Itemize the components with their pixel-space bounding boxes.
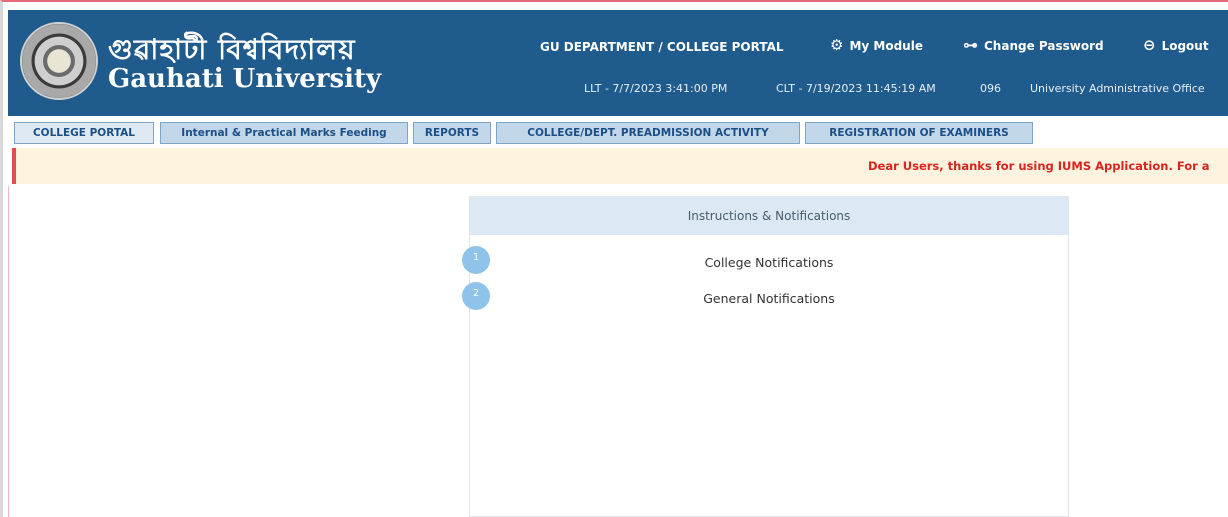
my-module-label: My Module [849, 38, 923, 53]
change-password-label: Change Password [984, 38, 1104, 53]
university-title-english: Gauhati University [108, 64, 382, 94]
portal-title: GU DEPARTMENT / COLLEGE PORTAL [540, 40, 784, 54]
change-password-link[interactable]: ⊶ Change Password [963, 38, 1104, 53]
tab-registration-of-examiners[interactable]: REGISTRATION OF EXAMINERS [805, 122, 1033, 144]
last-login-time: LLT - 7/7/2023 3:41:00 PM [584, 82, 728, 95]
university-logo [20, 22, 98, 100]
item-number-badge: 1 [462, 246, 490, 274]
site-header: গুৱাহাটী বিশ্ববিদ্যালয় Gauhati Universi… [8, 10, 1228, 116]
key-icon: ⊶ [963, 36, 978, 54]
college-notifications-link[interactable]: College Notifications [470, 251, 1068, 275]
item-number-badge: 2 [462, 282, 490, 310]
current-login-time: CLT - 7/19/2023 11:45:19 AM [776, 82, 936, 95]
office-code: 096 [980, 82, 1001, 95]
logout-icon: ⊖ [1143, 36, 1156, 54]
general-notifications-link[interactable]: General Notifications [470, 287, 1068, 311]
notice-marquee: Dear Users, thanks for using IUMS Applic… [12, 148, 1228, 184]
tab-reports[interactable]: REPORTS [413, 122, 491, 144]
main-tab-bar: COLLEGE PORTAL Internal & Practical Mark… [8, 120, 1228, 146]
office-name: University Administrative Office [1030, 82, 1205, 95]
logout-link[interactable]: ⊖ Logout [1143, 38, 1209, 53]
tab-internal-practical-marks[interactable]: Internal & Practical Marks Feeding [160, 122, 408, 144]
tab-college-portal[interactable]: COLLEGE PORTAL [14, 122, 154, 144]
gear-icon: ⚙ [830, 36, 844, 54]
tab-preadmission-activity[interactable]: COLLEGE/DEPT. PREADMISSION ACTIVITY [496, 122, 800, 144]
notice-text: Dear Users, thanks for using IUMS Applic… [868, 159, 1210, 173]
instructions-panel: Instructions & Notifications College Not… [469, 196, 1069, 517]
left-divider [8, 186, 9, 517]
logout-label: Logout [1161, 38, 1209, 53]
panel-title: Instructions & Notifications [470, 197, 1068, 235]
my-module-link[interactable]: ⚙ My Module [830, 38, 923, 53]
